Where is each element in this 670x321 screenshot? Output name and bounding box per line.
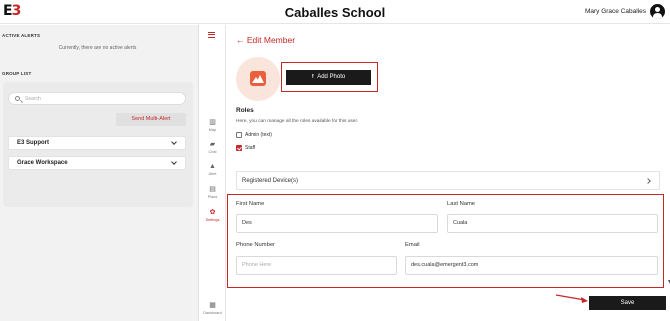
menu-icon[interactable] xyxy=(208,32,215,38)
avatar xyxy=(236,57,280,101)
app-header: E3 Caballes School Mary Grace Caballes xyxy=(0,0,670,24)
account-circle-icon[interactable] xyxy=(650,4,665,19)
email-label: Email xyxy=(405,242,420,248)
plans-icon: ▤ xyxy=(209,186,216,193)
add-photo-label: Add Photo xyxy=(317,74,346,80)
map-icon: ▥ xyxy=(209,119,216,126)
chat-icon: ▰ xyxy=(209,141,216,148)
nav-item-settings[interactable]: ✿ Settings xyxy=(199,209,226,222)
chevron-down-icon[interactable] xyxy=(171,139,177,145)
send-multi-alert-button[interactable]: Send Multi-Alert xyxy=(116,113,186,126)
nav-label: Dashboard xyxy=(203,311,222,315)
last-name-field[interactable]: Cuala xyxy=(447,214,658,233)
registered-devices-label: Registered Device(s) xyxy=(242,178,299,184)
chevron-right-icon xyxy=(645,178,651,184)
nav-label: Plans xyxy=(207,195,218,199)
group-search-input[interactable]: Search xyxy=(8,92,186,105)
school-title: Caballes School xyxy=(284,5,386,20)
nav-item-alert[interactable]: ▲ Alert xyxy=(199,163,226,176)
search-placeholder: Search xyxy=(25,96,41,102)
role-label: Staff xyxy=(245,145,256,151)
chevron-down-icon[interactable] xyxy=(171,159,177,165)
alerts-panel: ACTIVE ALERTS Currently, there are no ac… xyxy=(0,25,199,321)
first-name-field[interactable]: Des xyxy=(236,214,438,233)
group-name: E3 Support xyxy=(17,140,50,146)
edit-member-panel: ← Edit Member ⭱ Add Photo Roles Here, yo… xyxy=(227,25,670,321)
roles-description: Here, you can manage all the roles avail… xyxy=(236,119,359,124)
search-icon xyxy=(15,96,20,101)
group-item[interactable]: E3 Support xyxy=(8,136,186,150)
nav-item-dashboard[interactable]: ▦ Dashboard xyxy=(199,302,226,315)
image-icon xyxy=(250,71,266,86)
annotation-arrow-icon xyxy=(555,294,588,303)
last-name-label: Last Name xyxy=(447,201,476,207)
no-alerts-message: Currently, there are no active alerts xyxy=(58,45,137,51)
group-name: Grace Workspace xyxy=(17,160,68,166)
active-alerts-heading: ACTIVE ALERTS xyxy=(2,33,41,38)
dashboard-icon: ▦ xyxy=(209,302,216,309)
nav-item-map[interactable]: ▥ Map xyxy=(199,119,226,132)
nav-item-plans[interactable]: ▤ Plans xyxy=(199,186,226,199)
save-button[interactable]: Save xyxy=(589,296,666,310)
role-checkbox[interactable] xyxy=(236,132,242,138)
nav-rail: ▥ Map ▰ Chat ▲ Alert ▤ Plans ✿ Settings … xyxy=(199,25,226,321)
nav-label: Settings xyxy=(205,218,220,222)
nav-label: Alert xyxy=(208,172,217,176)
alert-icon: ▲ xyxy=(209,163,216,170)
nav-item-chat[interactable]: ▰ Chat xyxy=(199,141,226,154)
role-checkbox[interactable] xyxy=(236,145,242,151)
email-field[interactable]: des.cuala@emergent3.com xyxy=(405,256,658,275)
group-list-heading: GROUP LIST xyxy=(2,71,32,76)
role-label: Admin (text) xyxy=(245,132,272,138)
phone-number-label: Phone Number xyxy=(236,242,275,248)
add-photo-button[interactable]: ⭱ Add Photo xyxy=(286,70,371,85)
registered-devices-row[interactable]: Registered Device(s) xyxy=(236,171,660,190)
nav-label: Chat xyxy=(208,150,217,154)
phone-number-field[interactable]: Phone Here xyxy=(236,256,397,275)
group-list: Search Send Multi-Alert E3 Support Grace… xyxy=(3,82,193,207)
first-name-label: First Name xyxy=(236,201,265,207)
gear-icon: ✿ xyxy=(209,209,216,216)
user-name[interactable]: Mary Grace Caballes xyxy=(585,8,646,15)
group-item[interactable]: Grace Workspace xyxy=(8,156,186,170)
roles-heading: Roles xyxy=(236,107,254,114)
nav-label: Map xyxy=(208,128,217,132)
back-link[interactable]: ← Edit Member xyxy=(236,35,295,45)
